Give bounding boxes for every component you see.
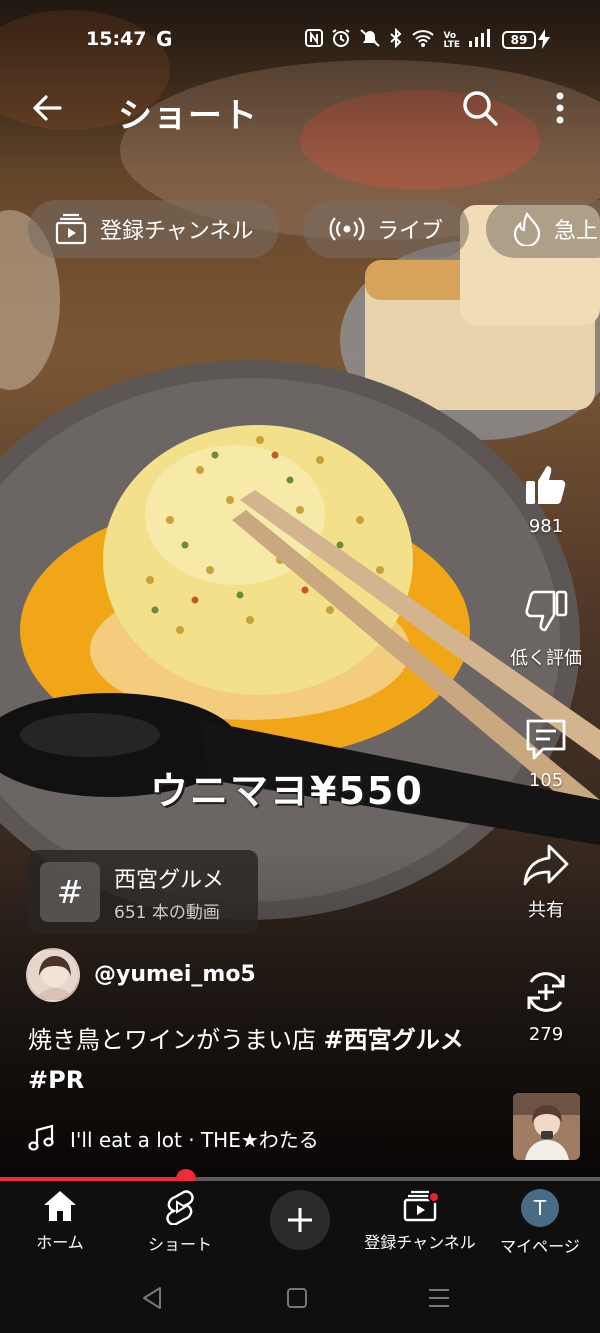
notification-dot (428, 1191, 440, 1203)
like-button[interactable]: 981 (506, 462, 586, 537)
create-button[interactable] (270, 1190, 330, 1250)
home-icon (44, 1191, 76, 1221)
share-label: 共有 (528, 900, 564, 921)
sound-thumbnail-image (513, 1093, 580, 1160)
like-count: 981 (528, 516, 564, 537)
shorts-icon (166, 1190, 194, 1225)
thumbs-down-icon (525, 590, 568, 632)
description-hashtag[interactable]: #西宮グルメ (324, 1026, 464, 1054)
dislike-button[interactable]: 低く評価 (506, 588, 586, 670)
charging-icon (538, 29, 550, 53)
recents-lines-icon[interactable] (424, 1285, 454, 1311)
bluetooth-icon (389, 27, 403, 53)
search-button[interactable] (458, 86, 502, 130)
nav-profile[interactable]: T マイページ (480, 1189, 600, 1257)
volte-icon: Vo LTE (443, 30, 460, 50)
trending-icon (513, 212, 541, 246)
chip-label: ライブ (377, 219, 444, 244)
chip-label: 急上 (554, 219, 599, 244)
description-text: 焼き鳥とワインがうまい店 (28, 1026, 324, 1054)
comments-button[interactable]: 105 (506, 716, 586, 791)
arrow-left-icon (33, 95, 62, 121)
remix-button[interactable]: 279 (506, 968, 586, 1045)
filter-chips: 登録チャンネル ライブ 急上 (28, 200, 600, 258)
thumbs-up-icon (526, 466, 566, 504)
nav-profile-label: マイページ (500, 1237, 580, 1256)
comment-count: 105 (528, 770, 564, 791)
more-vertical-icon (556, 92, 564, 124)
status-bar: 15:47 G Vo LTE 89 (0, 20, 600, 60)
subscriptions-icon (55, 213, 87, 245)
music-note-icon (28, 1124, 54, 1151)
hashtag-card[interactable]: # 西宮グルメ 651 本の動画 (28, 850, 258, 934)
nav-home[interactable]: ホーム (0, 1189, 120, 1253)
chip-trending[interactable]: 急上 (486, 200, 600, 258)
hashtag-icon: # (40, 862, 100, 922)
sound-thumbnail[interactable] (513, 1093, 580, 1160)
chip-subscriptions[interactable]: 登録チャンネル (28, 200, 280, 258)
system-navigation-bar (0, 1263, 600, 1333)
google-indicator: G (156, 27, 173, 51)
home-square-icon[interactable] (282, 1285, 312, 1311)
music-track-label[interactable]: I'll eat a lot · THE★わたる (70, 1124, 319, 1153)
hashtag-title: 西宮グルメ (114, 868, 225, 893)
channel-avatar[interactable] (26, 948, 80, 1002)
video-overlay-caption: ウニマヨ¥550 (150, 769, 424, 813)
nav-shorts-label: ショート (147, 1235, 212, 1254)
share-button[interactable]: 共有 (506, 842, 586, 922)
chip-label: 登録チャンネル (100, 219, 254, 244)
bottom-navigation: ホーム ショート 登録チャンネル T マイページ (0, 1181, 600, 1263)
video-description[interactable]: 焼き鳥とワインがうまい店 #西宮グルメ #PR (28, 1020, 488, 1100)
profile-avatar: T (521, 1189, 559, 1227)
share-icon (523, 844, 569, 886)
mute-icon (359, 28, 381, 53)
alarm-icon (331, 28, 351, 53)
nav-shorts[interactable]: ショート (120, 1189, 240, 1255)
battery-icon: 89 (502, 31, 536, 49)
comment-icon (526, 719, 566, 760)
remix-count: 279 (528, 1024, 564, 1045)
remix-icon (527, 972, 565, 1012)
live-icon (329, 217, 365, 241)
chip-live[interactable]: ライブ (303, 200, 470, 258)
nav-subscriptions-label: 登録チャンネル (364, 1233, 476, 1252)
hashtag-video-count: 651 本の動画 (114, 903, 220, 923)
status-time: 15:47 (86, 28, 147, 50)
page-title: ショート (118, 96, 258, 136)
nav-subscriptions[interactable]: 登録チャンネル (360, 1189, 480, 1253)
signal-icon (468, 29, 490, 52)
nfc-icon (305, 29, 324, 52)
description-hashtag[interactable]: #PR (28, 1066, 84, 1094)
back-button[interactable] (26, 86, 70, 130)
dislike-label: 低く評価 (510, 648, 582, 669)
more-options-button[interactable] (540, 86, 580, 130)
channel-handle[interactable]: @yumei_mo5 (94, 962, 256, 987)
nav-home-label: ホーム (36, 1233, 84, 1252)
app-bar: ショート (0, 78, 600, 138)
back-triangle-icon[interactable] (138, 1285, 168, 1311)
plus-icon (288, 1208, 312, 1232)
status-icons: Vo LTE (305, 27, 490, 53)
wifi-icon (411, 28, 435, 53)
search-icon (463, 91, 498, 126)
